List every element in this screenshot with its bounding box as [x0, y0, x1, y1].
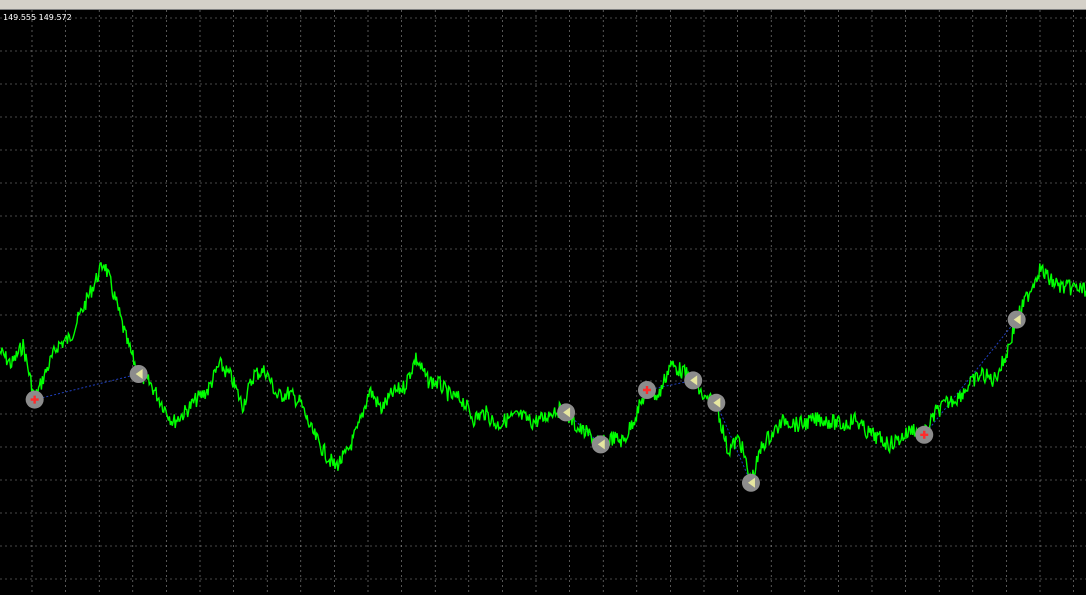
- close-marker[interactable]: [1007, 310, 1026, 329]
- trade-markers[interactable]: [25, 310, 1026, 492]
- grid: [0, 10, 1086, 595]
- buy-marker[interactable]: [25, 390, 44, 409]
- trade-link: [34, 373, 139, 401]
- price-line: [0, 262, 1086, 489]
- close-marker[interactable]: [684, 371, 703, 390]
- close-marker[interactable]: [741, 473, 760, 492]
- close-marker[interactable]: [557, 403, 576, 422]
- close-marker[interactable]: [707, 393, 726, 412]
- bid-ask-label: 149.555 149.572: [3, 13, 72, 22]
- close-marker[interactable]: [129, 365, 148, 383]
- chart-canvas[interactable]: [0, 10, 1086, 595]
- buy-marker[interactable]: [915, 425, 934, 444]
- price-chart[interactable]: [0, 10, 1086, 595]
- close-marker[interactable]: [591, 435, 610, 454]
- window-top-border: [0, 0, 1086, 10]
- buy-marker[interactable]: [637, 381, 656, 399]
- trade-links: [34, 319, 1018, 483]
